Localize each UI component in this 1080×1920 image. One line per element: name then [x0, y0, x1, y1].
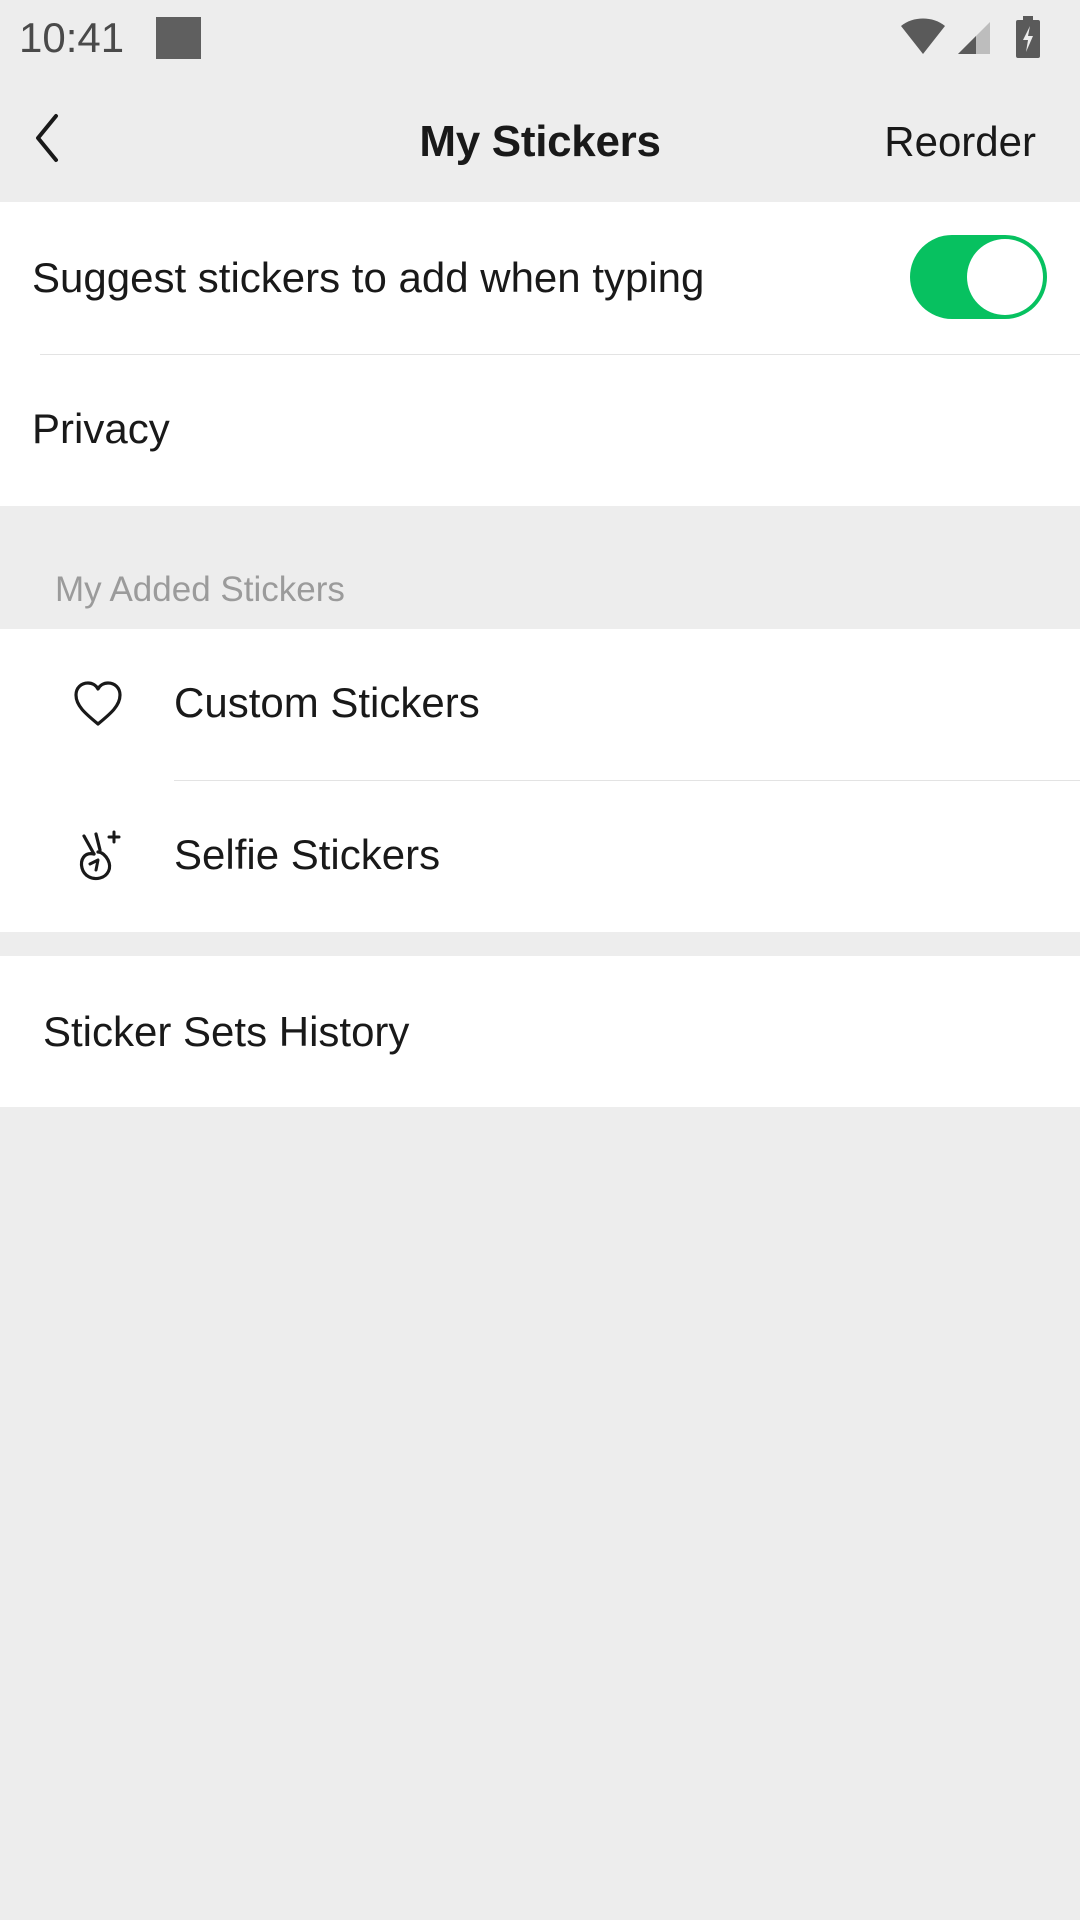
- heart-icon: [74, 681, 122, 726]
- privacy-label: Privacy: [32, 405, 170, 452]
- signal-icon: [958, 22, 990, 54]
- settings-group: Suggest stickers to add when typing Priv…: [0, 202, 1080, 506]
- battery-charging-icon: [1016, 16, 1040, 58]
- list-item-selfie-stickers[interactable]: Selfie Stickers: [0, 781, 1080, 932]
- toggle-knob: [967, 239, 1043, 315]
- status-bar: 10:41: [0, 0, 1080, 78]
- suggest-stickers-label: Suggest stickers to add when typing: [32, 254, 705, 301]
- reorder-button[interactable]: Reorder: [884, 115, 1036, 169]
- history-group: Sticker Sets History: [0, 956, 1080, 1107]
- selfie-hand-icon: [79, 830, 121, 881]
- status-icons: [900, 16, 1060, 58]
- status-time: 10:41: [19, 14, 125, 61]
- suggest-stickers-toggle[interactable]: [910, 235, 1047, 319]
- suggest-stickers-row: Suggest stickers to add when typing: [0, 202, 1080, 354]
- section-header: My Added Stickers: [55, 570, 345, 609]
- custom-stickers-label: Custom Stickers: [174, 679, 480, 726]
- nav-bar: My Stickers Reorder: [0, 78, 1080, 202]
- sticker-sets-history-label: Sticker Sets History: [43, 1008, 410, 1055]
- list-item-custom-stickers[interactable]: Custom Stickers: [0, 629, 1080, 780]
- sticker-sets-history-row[interactable]: Sticker Sets History: [0, 956, 1080, 1107]
- privacy-row[interactable]: Privacy: [0, 355, 1080, 506]
- added-stickers-group: Custom Stickers Selfie Stickers: [0, 629, 1080, 932]
- wifi-icon: [901, 18, 945, 54]
- notification-icon: [156, 17, 201, 59]
- selfie-stickers-label: Selfie Stickers: [174, 831, 441, 878]
